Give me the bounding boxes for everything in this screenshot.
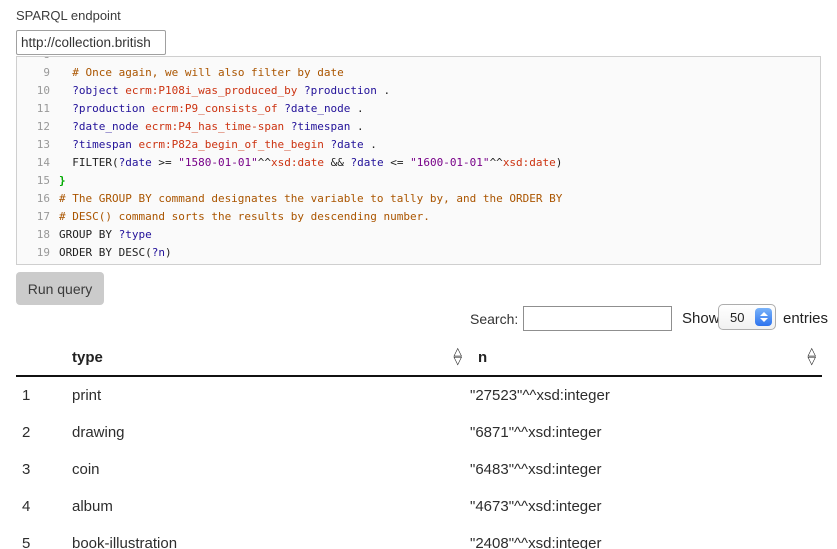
entries-label: entries: [783, 310, 828, 327]
row-index: 2: [16, 424, 72, 441]
line-number: 8: [17, 56, 59, 64]
code-line[interactable]: 10 ?object ecrm:P108i_was_produced_by ?p…: [17, 82, 820, 100]
select-stepper-icon: [755, 308, 772, 326]
code-editor[interactable]: 89 # Once again, we will also filter by …: [16, 56, 821, 265]
type-cell: coin: [72, 461, 468, 478]
type-cell: book-illustration: [72, 535, 468, 549]
type-cell: album: [72, 498, 468, 515]
n-cell: "6871"^^xsd:integer: [468, 424, 822, 441]
code-line[interactable]: 14 FILTER(?date >= "1580-01-01"^^xsd:dat…: [17, 154, 820, 172]
line-number: 9: [17, 64, 59, 82]
n-cell: "2408"^^xsd:integer: [468, 535, 822, 549]
sort-icon: △▽: [808, 348, 816, 366]
code-text: ORDER BY DESC(?n): [59, 244, 172, 262]
code-text: # DESC() command sorts the results by de…: [59, 208, 430, 226]
type-cell: drawing: [72, 424, 468, 441]
search-input[interactable]: [523, 306, 672, 331]
line-number: 12: [17, 118, 59, 136]
show-entries-label: Show: [682, 310, 720, 327]
code-text: # The GROUP BY command designates the va…: [59, 190, 562, 208]
code-text: # Once again, we will also filter by dat…: [59, 64, 344, 82]
table-row: 2drawing"6871"^^xsd:integer: [16, 414, 822, 451]
table-row: 3coin"6483"^^xsd:integer: [16, 451, 822, 488]
endpoint-label: SPARQL endpoint: [16, 8, 121, 23]
line-number: 17: [17, 208, 59, 226]
column-header-n-label: n: [478, 349, 487, 366]
row-index: 5: [16, 535, 72, 549]
code-line[interactable]: 19ORDER BY DESC(?n): [17, 244, 820, 262]
n-cell: "6483"^^xsd:integer: [468, 461, 822, 478]
table-row: 1print"27523"^^xsd:integer: [16, 377, 822, 414]
sparql-query-page: SPARQL endpoint 89 # Once again, we will…: [0, 0, 837, 549]
line-number: 19: [17, 244, 59, 262]
column-header-index: [16, 339, 72, 375]
line-number: 10: [17, 82, 59, 100]
search-label: Search:: [470, 311, 518, 327]
code-lines: 89 # Once again, we will also filter by …: [17, 56, 820, 262]
code-line[interactable]: 9 # Once again, we will also filter by d…: [17, 64, 820, 82]
code-text: ?date_node ecrm:P4_has_time-span ?timesp…: [59, 118, 364, 136]
code-line[interactable]: 17# DESC() command sorts the results by …: [17, 208, 820, 226]
code-line[interactable]: 13 ?timespan ecrm:P82a_begin_of_the_begi…: [17, 136, 820, 154]
code-text: ?production ecrm:P9_consists_of ?date_no…: [59, 100, 364, 118]
table-header-row: type △▽ n △▽: [16, 339, 822, 377]
table-row: 5book-illustration"2408"^^xsd:integer: [16, 525, 822, 549]
code-line[interactable]: 11 ?production ecrm:P9_consists_of ?date…: [17, 100, 820, 118]
page-size-value: 50: [719, 310, 744, 325]
code-text: }: [59, 172, 66, 190]
results-table: type △▽ n △▽ 1print"27523"^^xsd:integer2…: [16, 339, 822, 549]
endpoint-url-input[interactable]: [16, 30, 166, 55]
line-number: 14: [17, 154, 59, 172]
row-index: 3: [16, 461, 72, 478]
code-text: ?timespan ecrm:P82a_begin_of_the_begin ?…: [59, 136, 377, 154]
row-index: 4: [16, 498, 72, 515]
line-number: 18: [17, 226, 59, 244]
page-size-select[interactable]: 50: [718, 304, 776, 330]
line-number: 16: [17, 190, 59, 208]
code-text: ?object ecrm:P108i_was_produced_by ?prod…: [59, 82, 390, 100]
column-header-n[interactable]: n △▽: [468, 339, 822, 375]
column-header-type[interactable]: type △▽: [72, 339, 468, 375]
line-number: 13: [17, 136, 59, 154]
sort-icon: △▽: [454, 348, 462, 366]
code-text: GROUP BY ?type: [59, 226, 152, 244]
type-cell: print: [72, 387, 468, 404]
row-index: 1: [16, 387, 72, 404]
line-number: 15: [17, 172, 59, 190]
run-query-button[interactable]: Run query: [16, 272, 104, 305]
code-line[interactable]: 12 ?date_node ecrm:P4_has_time-span ?tim…: [17, 118, 820, 136]
n-cell: "4673"^^xsd:integer: [468, 498, 822, 515]
results-body: 1print"27523"^^xsd:integer2drawing"6871"…: [16, 377, 822, 549]
line-number: 11: [17, 100, 59, 118]
code-line[interactable]: 16# The GROUP BY command designates the …: [17, 190, 820, 208]
n-cell: "27523"^^xsd:integer: [468, 387, 822, 404]
code-line[interactable]: 8: [17, 56, 820, 64]
code-text: FILTER(?date >= "1580-01-01"^^xsd:date &…: [59, 154, 562, 172]
column-header-type-label: type: [72, 349, 103, 366]
table-row: 4album"4673"^^xsd:integer: [16, 488, 822, 525]
code-line[interactable]: 15}: [17, 172, 820, 190]
code-line[interactable]: 18GROUP BY ?type: [17, 226, 820, 244]
